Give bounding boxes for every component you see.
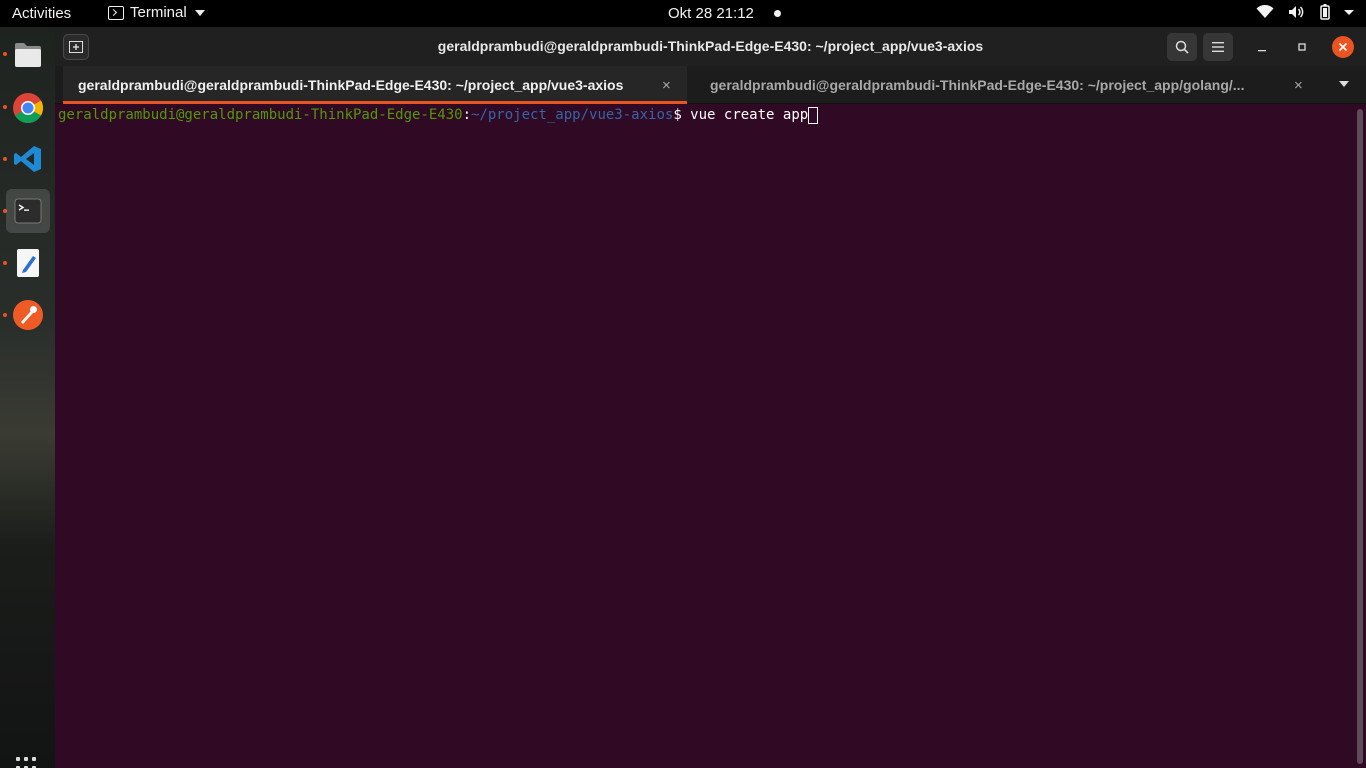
text-cursor [808, 107, 819, 124]
prompt-line: geraldprambudi@geraldprambudi-ThinkPad-E… [58, 107, 1366, 124]
clock[interactable]: Okt 28 21:12 [668, 5, 781, 22]
text-editor-icon [17, 249, 39, 277]
minimize-button[interactable] [1253, 38, 1271, 56]
app-menu-label: Terminal [130, 4, 187, 21]
dock-terminal[interactable] [6, 189, 50, 233]
dock-files[interactable] [6, 33, 50, 77]
close-window-button[interactable] [1332, 36, 1354, 58]
terminal-icon [14, 198, 42, 224]
tabs-dropdown-icon[interactable] [1339, 81, 1349, 87]
vscode-icon [14, 146, 41, 172]
prompt-symbol: $ [673, 107, 691, 123]
tab-golang[interactable]: geraldprambudi@geraldprambudi-ThinkPad-E… [695, 66, 1315, 104]
show-applications-button[interactable] [16, 757, 40, 768]
wifi-icon [1256, 5, 1274, 18]
dock-vscode[interactable] [6, 137, 50, 181]
dock-chrome[interactable] [6, 86, 50, 130]
chevron-down-icon [194, 9, 205, 16]
postman-icon [13, 300, 43, 330]
close-tab-icon[interactable]: × [662, 77, 671, 94]
search-icon [1175, 40, 1189, 54]
top-bar: Activities Terminal Okt 28 21:12 [0, 0, 1366, 27]
command-input[interactable]: vue create app [690, 107, 808, 123]
scrollbar[interactable] [1357, 109, 1363, 764]
chrome-icon [13, 93, 44, 124]
terminal-output[interactable]: geraldprambudi@geraldprambudi-ThinkPad-E… [55, 105, 1366, 768]
prompt-user: geraldprambudi@geraldprambudi-ThinkPad-E… [58, 107, 463, 123]
app-menu[interactable]: Terminal [108, 4, 205, 21]
title-bar[interactable]: geraldprambudi@geraldprambudi-ThinkPad-E… [55, 27, 1366, 66]
terminal-window: geraldprambudi@geraldprambudi-ThinkPad-E… [55, 27, 1366, 768]
tab-vue3-axios[interactable]: geraldprambudi@geraldprambudi-ThinkPad-E… [63, 66, 687, 104]
datetime-label: Okt 28 21:12 [668, 5, 754, 22]
dock [0, 27, 55, 768]
prompt-path: ~/project_app/vue3-axios [471, 107, 674, 123]
hamburger-icon [1212, 42, 1224, 52]
maximize-button[interactable] [1293, 38, 1311, 56]
active-tab-indicator [63, 101, 687, 104]
volume-icon [1289, 6, 1304, 18]
chevron-down-icon [1344, 10, 1354, 15]
menu-button[interactable] [1203, 33, 1233, 61]
tab-label: geraldprambudi@geraldprambudi-ThinkPad-E… [78, 77, 624, 93]
dock-postman[interactable] [6, 293, 50, 337]
files-icon [15, 43, 41, 67]
maximize-icon [1298, 43, 1306, 51]
search-button[interactable] [1167, 33, 1197, 61]
system-menu[interactable] [1256, 4, 1354, 20]
battery-icon [1320, 4, 1330, 20]
minimize-icon [1258, 50, 1266, 52]
dock-text-editor[interactable] [6, 241, 50, 285]
activities-button[interactable]: Activities [12, 5, 71, 22]
close-tab-icon[interactable]: × [1294, 77, 1303, 94]
tab-label: geraldprambudi@geraldprambudi-ThinkPad-E… [710, 77, 1245, 93]
tab-bar: geraldprambudi@geraldprambudi-ThinkPad-E… [55, 66, 1366, 104]
close-icon [1338, 42, 1348, 52]
prompt-separator: : [462, 107, 472, 123]
terminal-app-icon [108, 5, 124, 20]
notification-dot-icon [773, 10, 781, 17]
